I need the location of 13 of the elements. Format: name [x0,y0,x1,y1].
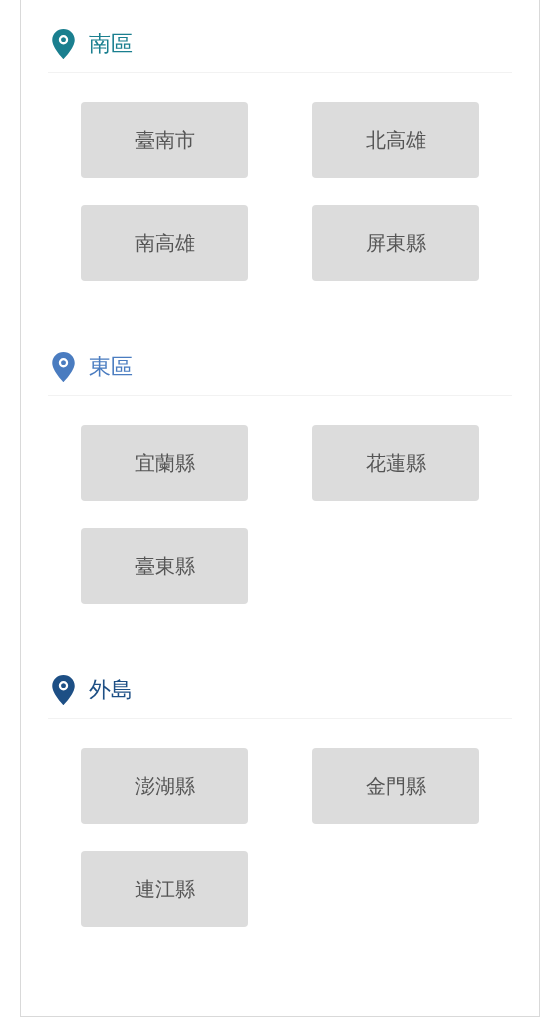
city-button[interactable]: 臺南市 [81,102,248,178]
city-button[interactable]: 花蓮縣 [312,425,479,501]
city-button[interactable]: 連江縣 [81,851,248,927]
city-button[interactable]: 北高雄 [312,102,479,178]
city-button[interactable]: 臺東縣 [81,528,248,604]
city-button[interactable]: 屏東縣 [312,205,479,281]
city-button[interactable]: 南高雄 [81,205,248,281]
city-button[interactable]: 宜蘭縣 [81,425,248,501]
region-heading: 外島 [89,676,133,704]
region-heading: 東區 [89,353,133,381]
city-button[interactable]: 金門縣 [312,748,479,824]
city-button[interactable]: 澎湖縣 [81,748,248,824]
region-heading: 南區 [89,30,133,58]
